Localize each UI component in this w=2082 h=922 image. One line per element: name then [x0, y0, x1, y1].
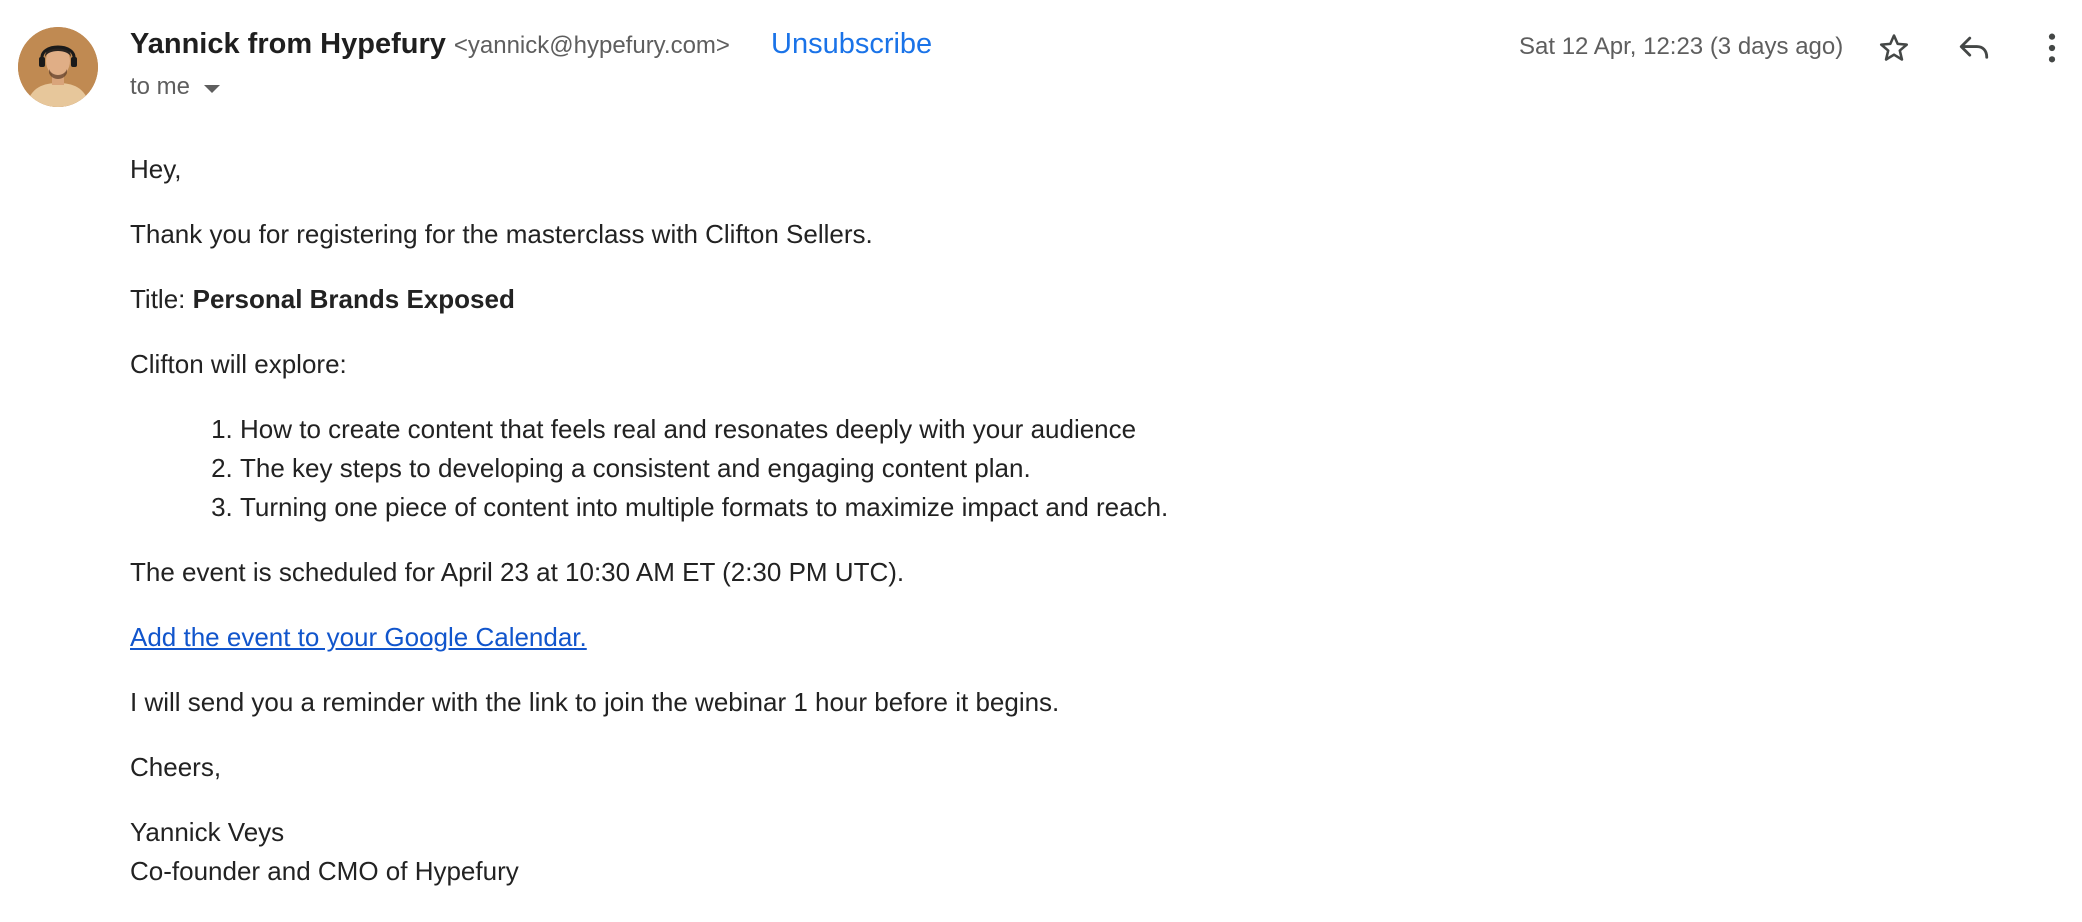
sender-line: Yannick from Hypefury <yannick@hypefury.…: [130, 28, 730, 68]
list-item: How to create content that feels real an…: [240, 410, 2030, 449]
explore-intro: Clifton will explore:: [130, 349, 347, 379]
recipient-label: to me: [130, 73, 191, 100]
schedule-paragraph: The event is scheduled for April 23 at 1…: [130, 557, 905, 587]
unsubscribe-link[interactable]: Unsubscribe: [771, 28, 932, 61]
signature-title: Co-founder and CMO of Hypefury: [130, 856, 519, 886]
more-vert-icon: [2048, 33, 2056, 63]
more-options-button[interactable]: [2032, 26, 2072, 70]
topics-list: How to create content that feels real an…: [130, 410, 2030, 527]
list-item: Turning one piece of content into multip…: [240, 488, 2030, 527]
star-icon: [1879, 34, 1909, 61]
event-title: Personal Brands Exposed: [192, 284, 515, 314]
chevron-down-icon: [204, 85, 221, 93]
recipient-details-toggle[interactable]: to me: [130, 73, 221, 101]
message-body: Hey, Thank you for registering for the m…: [130, 150, 2030, 891]
reply-icon: [1959, 36, 1989, 59]
avatar-image: [18, 27, 98, 107]
sender-avatar[interactable]: [18, 27, 98, 107]
sender-email: <yannick@hypefury.com>: [453, 32, 730, 59]
closing: Cheers,: [130, 752, 222, 782]
signature-name: Yannick Veys: [130, 817, 285, 847]
list-item: The key steps to developing a consistent…: [240, 449, 2030, 488]
reply-button[interactable]: [1952, 26, 1996, 70]
reminder-paragraph: I will send you a reminder with the link…: [130, 687, 1060, 717]
sender-name[interactable]: Yannick from Hypefury: [130, 28, 446, 61]
title-line: Title: Personal Brands Exposed: [130, 280, 2030, 319]
star-button[interactable]: [1872, 26, 1916, 70]
signature: Yannick Veys Co-founder and CMO of Hypef…: [130, 813, 2030, 891]
title-label: Title:: [130, 284, 193, 314]
intro-paragraph: Thank you for registering for the master…: [130, 219, 873, 249]
google-calendar-link[interactable]: Add the event to your Google Calendar.: [130, 622, 587, 652]
message-date: Sat 12 Apr, 12:23 (3 days ago): [1519, 33, 1844, 60]
calendar-paragraph: Add the event to your Google Calendar.: [130, 618, 2030, 657]
greeting: Hey,: [130, 154, 182, 184]
